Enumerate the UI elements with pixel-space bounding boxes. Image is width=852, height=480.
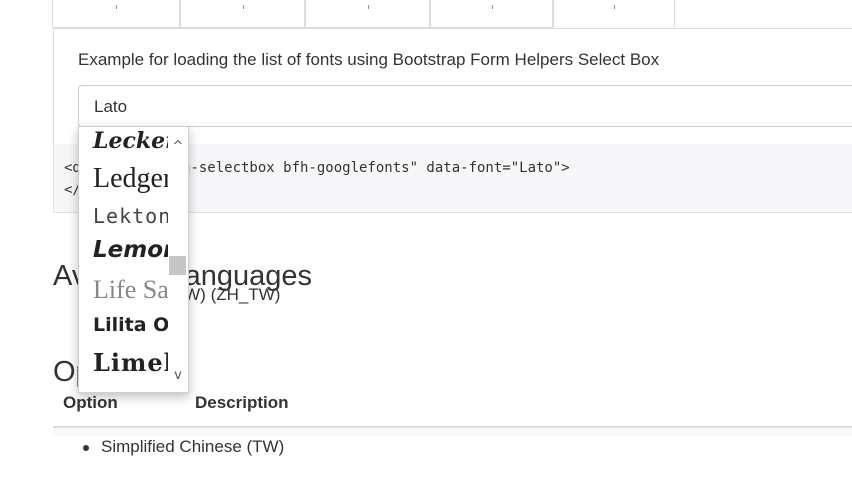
tab-3[interactable] — [305, 0, 430, 28]
font-option[interactable]: Limelight — [93, 351, 169, 375]
column-header-option: Option — [63, 393, 118, 412]
example-description: Example for loading the list of fonts us… — [78, 50, 660, 69]
tab-strip — [0, 0, 852, 29]
tab-marker — [116, 5, 117, 9]
font-selectbox[interactable]: Lato — [78, 85, 852, 127]
font-dropdown-menu[interactable]: Leckerli One Ledger Lekton Lemon Life Sa… — [78, 126, 189, 393]
tab-5-active[interactable] — [553, 0, 675, 28]
chevron-down-icon[interactable]: v — [168, 367, 188, 385]
tab-1[interactable] — [52, 0, 180, 28]
font-option[interactable]: Life Savers — [93, 277, 169, 303]
font-option[interactable]: Lilita One — [93, 316, 169, 335]
selectbox-value: Lato — [94, 97, 128, 116]
tab-marker — [367, 5, 369, 9]
chevron-up-icon[interactable]: ^ — [168, 138, 188, 156]
tab-4[interactable] — [430, 0, 553, 28]
bullet-icon — [83, 445, 89, 451]
list-item-text: Simplified Chinese (TW) — [101, 437, 285, 456]
description-list: Simplified Chinese (TW) — [83, 437, 284, 457]
column-header-description: Description — [195, 393, 289, 412]
font-option[interactable]: Lemon — [93, 239, 169, 262]
list-item: Simplified Chinese (TW) — [83, 437, 284, 457]
tab-marker — [614, 5, 615, 9]
font-options-list: Leckerli One Ledger Lekton Lemon Life Sa… — [79, 127, 169, 392]
tab-marker — [491, 5, 493, 9]
table-row — [53, 428, 852, 436]
scroll-thumb[interactable] — [169, 256, 186, 275]
dropdown-scrollbar[interactable]: ^ v — [168, 127, 188, 392]
tab-marker — [242, 5, 244, 9]
font-option[interactable]: Leckerli One — [93, 130, 169, 152]
tab-2[interactable] — [180, 0, 305, 28]
font-option[interactable]: Ledger — [93, 165, 169, 193]
font-option[interactable]: Lekton — [93, 206, 169, 226]
